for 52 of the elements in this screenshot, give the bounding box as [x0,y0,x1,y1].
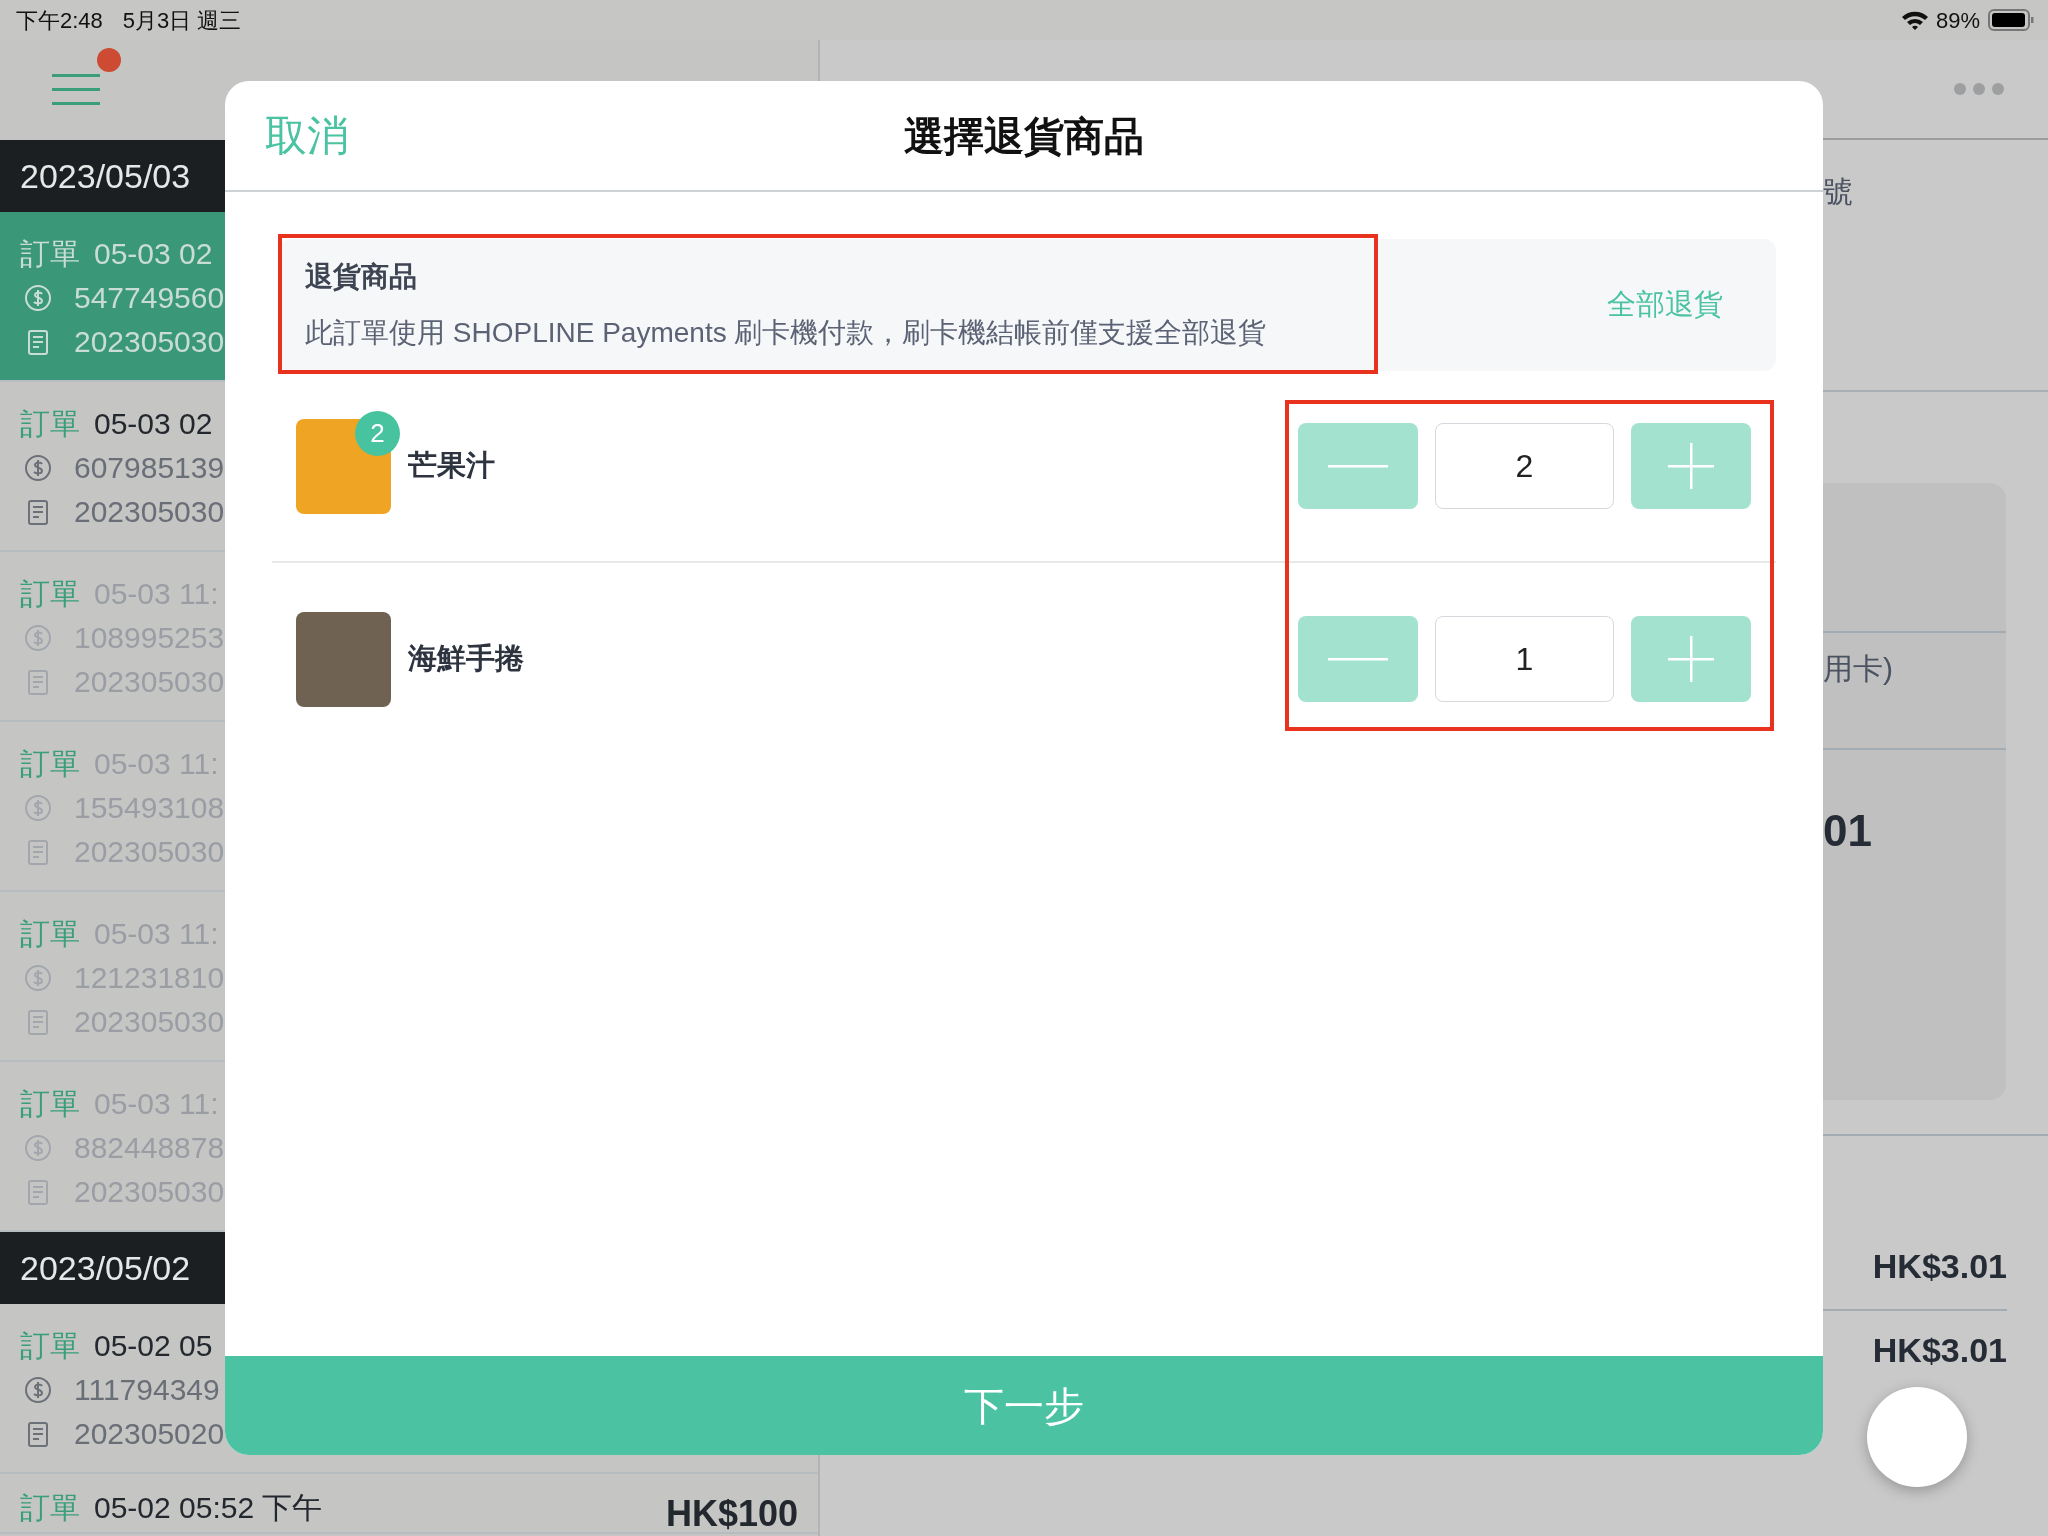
date-header: 2023/05/02 [20,1247,191,1289]
payment-method: 用卡) [1823,652,1893,685]
order-label: 訂單 [20,916,80,952]
coin-icon [24,964,52,992]
plus-icon [1668,636,1714,682]
product-name: 芒果汁 [408,448,495,484]
order-number: 202305030 [74,324,225,360]
total-amount: HK$3.01 [1872,1247,2007,1285]
coin-icon [24,454,52,482]
order-label: 訂單 [20,236,80,272]
order-label: 訂單 [20,1490,80,1526]
quantity-field[interactable]: 1 [1435,616,1614,702]
quantity-field[interactable]: 2 [1435,423,1614,509]
order-time: 05-02 05:52 下午 [94,1490,323,1526]
amount-text: 01 [1823,806,1872,855]
coin-icon [24,1134,52,1162]
order-label: 訂單 [20,406,80,442]
order-amount: HK$100 [665,1496,799,1532]
order-time: 05-02 05 [94,1328,213,1364]
status-date: 5月3日 週三 [122,6,242,35]
notice-text: 此訂單使用 SHOPLINE Payments 刷卡機付款，刷卡機結帳前僅支援全部退貨 [305,316,1267,350]
order-label: 訂單 [20,576,80,612]
minus-icon [1328,464,1388,468]
quantity-badge: 2 [355,410,400,456]
order-number: 202305030 [74,494,225,530]
status-time: 下午2:48 [16,6,103,35]
total-amount: HK$3.01 [1872,1331,2007,1369]
plus-icon [1668,443,1714,489]
order-label: 訂單 [20,746,80,782]
field-label: 號 [1823,175,1853,208]
payment-id: 547749560 [74,280,225,316]
date-header: 2023/05/03 [20,155,191,197]
dialog-title: 選擇退貨商品 [904,112,1144,160]
order-time: 05-03 02 [94,236,213,272]
order-label: 訂單 [20,1328,80,1364]
minus-icon [1328,657,1388,661]
notification-dot [97,48,121,72]
payment-id: 111794349 [74,1372,220,1408]
coin-icon [24,284,52,312]
product-name: 海鮮手捲 [408,641,524,677]
more-icon [1953,82,2005,96]
order-item[interactable]: 訂單 05-02 05:52 下午 HK$100 [0,1474,818,1534]
order-time: 05-03 02 [94,406,213,442]
coin-icon [24,1376,52,1404]
coin-icon [24,794,52,822]
notice-title: 退貨商品 [305,260,418,294]
battery-icon [1988,9,2034,31]
order-label: 訂單 [20,1086,80,1122]
order-number: 202305020 [74,1416,225,1452]
coin-icon [24,624,52,652]
battery-percent: 89% [1935,6,1980,35]
payment-id: 607985139 [74,450,225,486]
